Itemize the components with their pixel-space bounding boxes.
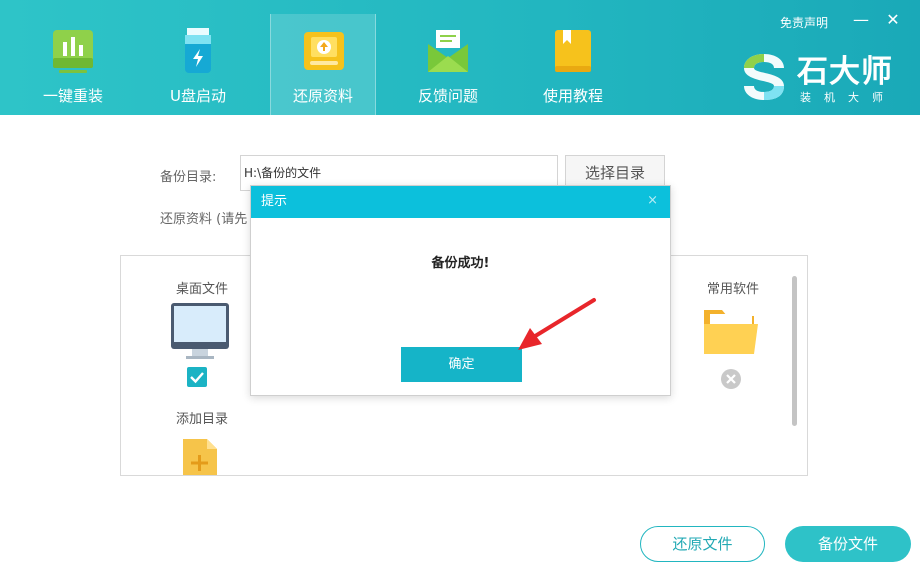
minimize-button[interactable]: —: [851, 10, 871, 29]
backup-dir-label: 备份目录:: [160, 170, 217, 185]
restore-files-button[interactable]: 还原文件: [640, 526, 765, 562]
usb-drive-icon: [185, 28, 211, 73]
prompt-dialog: 提示 × 备份成功! 确定: [250, 185, 671, 396]
files-scrollbar[interactable]: [792, 276, 797, 426]
restore-icon: [304, 32, 344, 70]
app-header: 一键重装 U盘启动 还原资料 反馈问题 使用教程 免责声明 — ✕ 石大师 装机…: [0, 0, 920, 115]
nav-item-feedback[interactable]: 反馈问题: [395, 14, 501, 115]
desktop-checkbox-icon[interactable]: [187, 367, 207, 387]
backup-files-button[interactable]: 备份文件: [785, 526, 911, 562]
nav-label: 反馈问题: [417, 87, 478, 105]
remove-circle-icon[interactable]: [721, 369, 741, 389]
dialog-ok-button[interactable]: 确定: [401, 347, 522, 382]
brand-name: 石大师: [797, 54, 893, 90]
nav-label: U盘启动: [170, 87, 226, 105]
nav-label: 一键重装: [42, 87, 103, 105]
dialog-message: 备份成功!: [431, 256, 490, 271]
folder-icon[interactable]: [702, 306, 760, 356]
nav-item-tutorial[interactable]: 使用教程: [520, 14, 626, 115]
file-item-desktop-label: 桌面文件: [176, 282, 229, 297]
brand-subtitle: 装机大师: [800, 91, 896, 104]
brand-logo-icon: [744, 54, 784, 100]
dialog-close-button[interactable]: ×: [647, 186, 658, 216]
disclaimer-link[interactable]: 免责声明: [780, 14, 828, 31]
dialog-title: 提示: [251, 186, 670, 218]
red-arrow-annotation-icon: [518, 298, 596, 350]
restore-hint-text: 还原资料 (请先: [160, 212, 248, 227]
nav-label: 还原资料: [292, 87, 353, 105]
book-icon: [555, 30, 591, 72]
desktop-monitor-icon[interactable]: [170, 302, 230, 360]
file-item-add-dir-label: 添加目录: [176, 412, 229, 427]
nav-item-restore-data[interactable]: 还原资料: [270, 14, 376, 115]
add-folder-icon[interactable]: [181, 437, 219, 475]
envelope-icon: [428, 30, 468, 72]
nav-label: 使用教程: [542, 87, 603, 105]
nav-item-usb-boot[interactable]: U盘启动: [145, 14, 251, 115]
nav-item-reinstall[interactable]: 一键重装: [20, 14, 126, 115]
bar-chart-icon: [53, 30, 93, 73]
file-item-software-label: 常用软件: [707, 282, 760, 297]
close-window-button[interactable]: ✕: [883, 10, 903, 29]
